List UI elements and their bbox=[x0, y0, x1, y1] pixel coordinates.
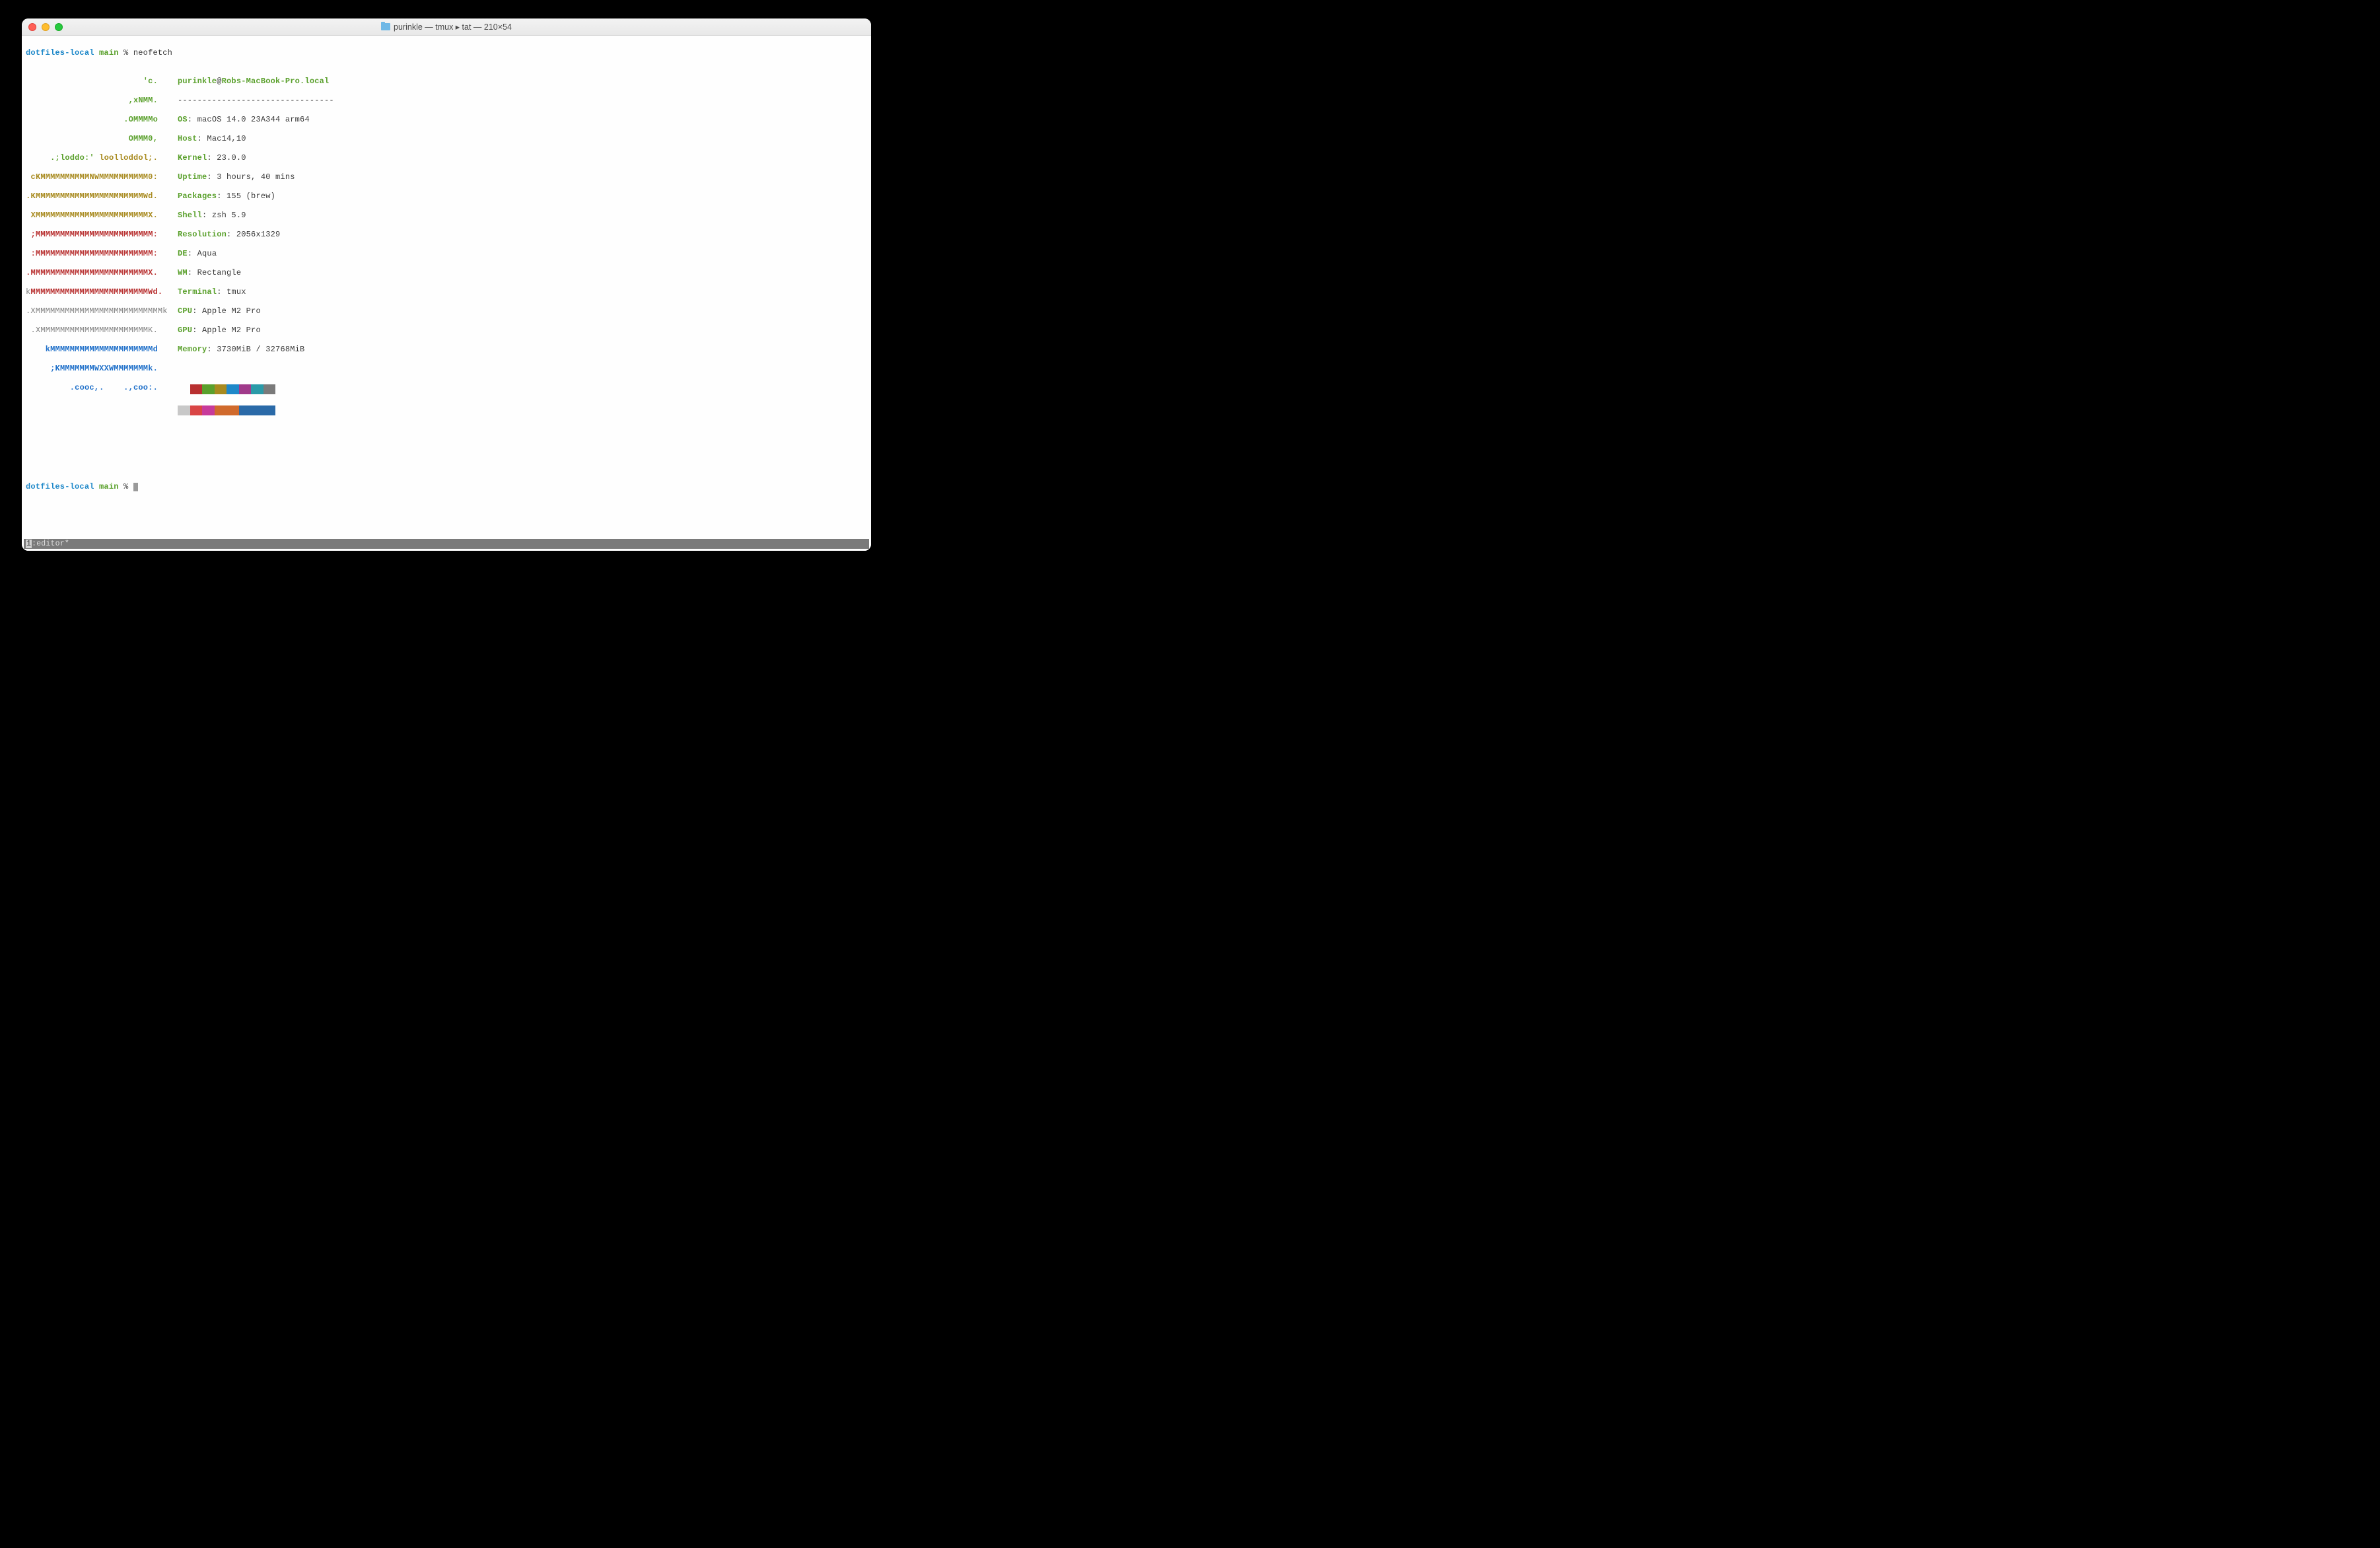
wm-value: Rectangle bbox=[197, 268, 242, 277]
uptime-value: 3 hours, 40 mins bbox=[217, 172, 295, 182]
color-swatch bbox=[178, 384, 190, 394]
zoom-button[interactable] bbox=[55, 23, 63, 31]
color-swatch bbox=[239, 384, 252, 394]
window-title-text: purinkle — tmux ▸ tat — 210×54 bbox=[394, 22, 512, 32]
command-text: neofetch bbox=[133, 48, 172, 57]
color-swatch bbox=[202, 384, 215, 394]
tmux-statusbar[interactable]: 1:editor* bbox=[24, 539, 869, 549]
color-swatch bbox=[227, 405, 239, 415]
packages-key: Packages bbox=[178, 192, 217, 201]
prompt-dir-2: dotfiles-local bbox=[26, 482, 94, 491]
de-key: DE bbox=[178, 249, 188, 258]
separator-rule: -------------------------------- bbox=[178, 96, 334, 106]
os-value: macOS 14.0 23A344 arm64 bbox=[197, 115, 310, 124]
terminal-window: purinkle — tmux ▸ tat — 210×54 dotfiles-… bbox=[22, 18, 871, 551]
tmux-window-index[interactable]: 1 bbox=[26, 540, 32, 548]
de-value: Aqua bbox=[197, 249, 217, 258]
color-swatch bbox=[190, 405, 203, 415]
color-swatch bbox=[215, 405, 227, 415]
color-swatch bbox=[178, 405, 190, 415]
os-key: OS bbox=[178, 115, 188, 124]
wm-key: WM bbox=[178, 268, 188, 277]
terminal-value: tmux bbox=[227, 287, 246, 297]
color-swatch bbox=[215, 384, 227, 394]
color-swatch bbox=[239, 405, 252, 415]
traffic-lights bbox=[22, 23, 63, 31]
close-button[interactable] bbox=[28, 23, 36, 31]
resolution-key: Resolution bbox=[178, 230, 227, 239]
resolution-value: 2056x1329 bbox=[236, 230, 281, 239]
tmux-window-name[interactable]: :editor* bbox=[32, 540, 69, 548]
prompt-symbol-2: % bbox=[123, 482, 128, 491]
username: purinkle bbox=[178, 77, 217, 86]
neofetch-info: purinkle@Robs-MacBook-Pro.local --------… bbox=[158, 67, 334, 435]
color-swatch bbox=[190, 384, 203, 394]
titlebar[interactable]: purinkle — tmux ▸ tat — 210×54 bbox=[22, 18, 871, 36]
terminal-key: Terminal bbox=[178, 287, 217, 297]
minimize-button[interactable] bbox=[42, 23, 50, 31]
color-palette-row-2 bbox=[178, 405, 334, 415]
packages-value: 155 (brew) bbox=[227, 192, 275, 201]
host-value: Mac14,10 bbox=[207, 134, 246, 143]
kernel-key: Kernel bbox=[178, 153, 207, 162]
prompt-branch: main bbox=[99, 48, 119, 57]
kernel-value: 23.0.0 bbox=[217, 153, 246, 162]
prompt-symbol: % bbox=[123, 48, 128, 57]
neofetch-ascii-logo: 'c. ,xNMM. .OMMMMo OMMM0, .;loddo:' lool… bbox=[26, 67, 158, 435]
prompt-branch-2: main bbox=[99, 482, 119, 491]
color-swatch bbox=[251, 405, 263, 415]
cursor bbox=[133, 483, 138, 491]
color-swatch bbox=[263, 405, 276, 415]
cpu-key: CPU bbox=[178, 306, 192, 316]
color-swatch bbox=[263, 384, 276, 394]
terminal-viewport[interactable]: dotfiles-local main % neofetch 'c. ,xNMM… bbox=[22, 36, 871, 551]
color-swatch bbox=[202, 405, 215, 415]
color-swatch bbox=[251, 384, 263, 394]
color-swatch bbox=[227, 384, 239, 394]
prompt-dir: dotfiles-local bbox=[26, 48, 94, 57]
cpu-value: Apple M2 Pro bbox=[202, 306, 261, 316]
memory-value: 3730MiB / 32768MiB bbox=[217, 345, 304, 354]
folder-icon bbox=[381, 23, 390, 30]
host-key: Host bbox=[178, 134, 197, 143]
shell-value: zsh 5.9 bbox=[212, 211, 246, 220]
gpu-value: Apple M2 Pro bbox=[202, 326, 261, 335]
uptime-key: Uptime bbox=[178, 172, 207, 182]
window-title: purinkle — tmux ▸ tat — 210×54 bbox=[22, 22, 871, 32]
hostname: Robs-MacBook-Pro.local bbox=[222, 77, 330, 86]
memory-key: Memory bbox=[178, 345, 207, 354]
color-palette-row-1 bbox=[178, 384, 334, 394]
gpu-key: GPU bbox=[178, 326, 192, 335]
shell-key: Shell bbox=[178, 211, 202, 220]
